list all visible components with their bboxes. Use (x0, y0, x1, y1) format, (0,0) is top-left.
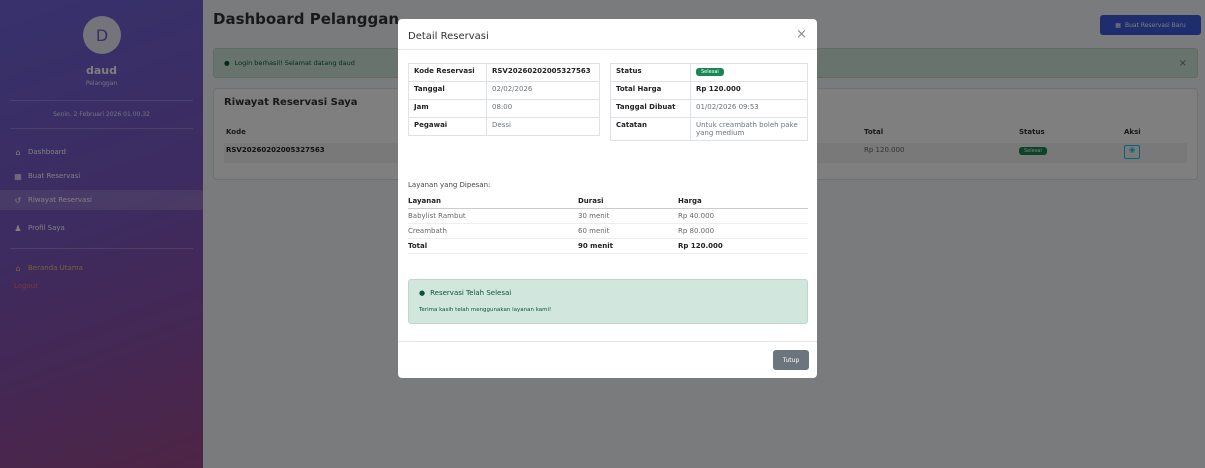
total-label: Total (408, 238, 578, 254)
total-duration: 90 menit (578, 238, 678, 254)
detail-value: 08:00 (486, 99, 600, 118)
detail-key: Total Harga (610, 81, 691, 100)
detail-key: Pegawai (408, 117, 487, 136)
reservation-details-left: Kode Reservasi RSV20260202005327563 Tang… (408, 63, 600, 136)
service-price: Rp 40.000 (678, 208, 808, 224)
detail-value: RSV20260202005327563 (486, 63, 600, 82)
close-button[interactable]: Tutup (773, 350, 809, 370)
service-duration: 30 menit (578, 208, 678, 224)
table-row: Status Selesai (610, 63, 808, 82)
table-row: Total Harga Rp 120.000 (610, 81, 808, 100)
divider (398, 341, 817, 342)
close-icon[interactable]: × (796, 27, 807, 42)
reservation-detail-modal: Detail Reservasi × Kode Reservasi RSV202… (398, 19, 817, 378)
detail-key: Status (610, 63, 691, 82)
column-header: Harga (678, 194, 808, 209)
column-header: Durasi (578, 194, 678, 209)
service-name: Creambath (408, 223, 578, 239)
reservation-complete-alert: ● Reservasi Telah Selesai Terima kasih t… (408, 279, 808, 324)
services-label: Layanan yang Dipesan: (408, 181, 491, 189)
table-row: Creambath 60 menit Rp 80.000 (408, 223, 808, 239)
reservation-details-right: Status Selesai Total Harga Rp 120.000 Ta… (610, 63, 808, 141)
detail-value: Rp 120.000 (690, 81, 808, 100)
detail-value: Untuk creambath boleh pake yang medium (690, 117, 808, 141)
detail-key: Tanggal Dibuat (610, 99, 691, 118)
check-circle-icon: ● (419, 289, 426, 297)
service-price: Rp 80.000 (678, 223, 808, 239)
table-row: Pegawai Dessi (408, 117, 600, 136)
modal-title: Detail Reservasi (408, 31, 489, 42)
table-row: Babylist Rambut 30 menit Rp 40.000 (408, 208, 808, 224)
alert-title: Reservasi Telah Selesai (430, 289, 512, 297)
detail-key: Tanggal (408, 81, 487, 100)
total-row: Total 90 menit Rp 120.000 (408, 238, 808, 254)
column-header: Layanan (408, 194, 578, 209)
service-duration: 60 menit (578, 223, 678, 239)
detail-key: Jam (408, 99, 487, 118)
detail-value: Dessi (486, 117, 600, 136)
table-row: Tanggal Dibuat 01/02/2026 09:53 (610, 99, 808, 118)
table-row: Catatan Untuk creambath boleh pake yang … (610, 117, 808, 141)
alert-text: Terima kasih telah menggunakan layanan k… (419, 307, 552, 313)
alert-heading: ● Reservasi Telah Selesai (419, 289, 511, 297)
detail-value: 02/02/2026 (486, 81, 600, 100)
table-row: Tanggal 02/02/2026 (408, 81, 600, 100)
divider (398, 49, 817, 50)
detail-key: Kode Reservasi (408, 63, 487, 82)
services-table: Layanan Durasi Harga Babylist Rambut 30 … (408, 194, 808, 254)
total-price: Rp 120.000 (678, 238, 808, 254)
detail-value: 01/02/2026 09:53 (690, 99, 808, 118)
table-row: Jam 08:00 (408, 99, 600, 118)
service-name: Babylist Rambut (408, 208, 578, 224)
table-header: Layanan Durasi Harga (408, 194, 808, 209)
table-row: Kode Reservasi RSV20260202005327563 (408, 63, 600, 82)
status-badge: Selesai (690, 63, 808, 82)
detail-key: Catatan (610, 117, 691, 141)
